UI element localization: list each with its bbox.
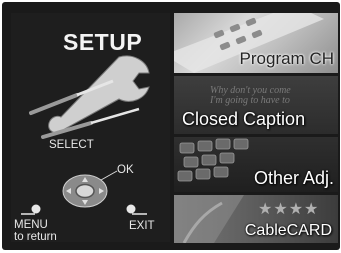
wrench-screwdriver-icon xyxy=(29,55,150,139)
exit-button-icon xyxy=(126,204,147,215)
menu-sub-label: to return xyxy=(14,231,57,243)
menu-tile-cablecard[interactable]: ★★★★ CableCARD xyxy=(174,195,338,243)
exit-label: EXIT xyxy=(129,220,155,232)
setup-panel: SETUP SELECT OK MENU to return EXIT xyxy=(11,13,170,243)
tile-label-program-ch: Program CH xyxy=(239,49,334,68)
menu-tile-program-ch[interactable]: Program CH xyxy=(174,13,338,73)
menu-tile-closed-caption[interactable]: Why don't you come I'm going to have to … xyxy=(174,76,338,134)
menu-button-icon xyxy=(21,204,41,215)
menu-label: MENU xyxy=(14,219,48,231)
remote-legend: SELECT OK MENU to return EXIT xyxy=(11,133,170,243)
tile-label-cablecard: CableCARD xyxy=(244,222,332,239)
tile-label-other-adj: Other Adj. xyxy=(253,168,334,188)
stars-decoration: ★★★★ xyxy=(258,201,320,218)
menu-tile-other-adj[interactable]: Other Adj. xyxy=(174,137,338,192)
ok-label: OK xyxy=(117,164,134,176)
tile-label-closed-caption: Closed Caption xyxy=(182,109,306,129)
dpad-icon xyxy=(62,170,118,208)
caption-sample-line-2: I'm going to have to xyxy=(210,95,290,106)
setup-menu-screen: SETUP SELECT OK MENU to return EXIT Prog… xyxy=(2,2,340,250)
select-label: SELECT xyxy=(49,139,94,151)
